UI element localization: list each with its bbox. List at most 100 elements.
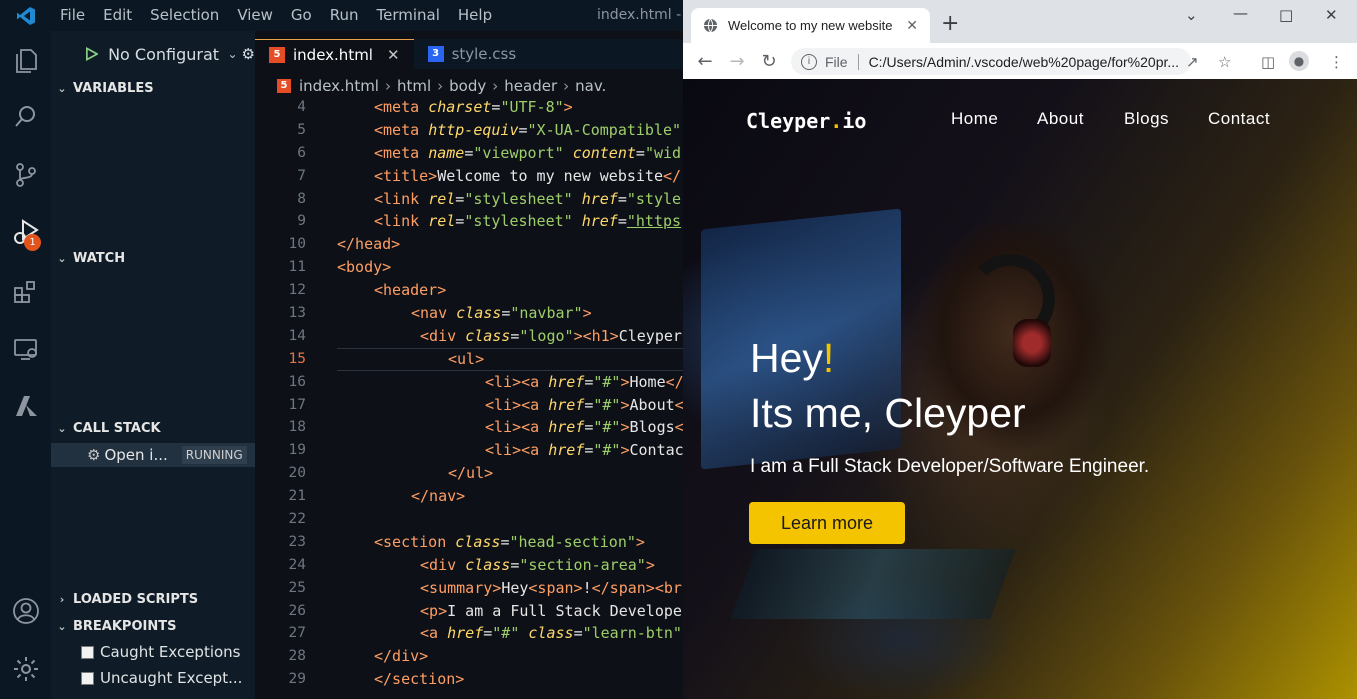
info-icon[interactable]: i (801, 53, 817, 70)
source-control-icon[interactable] (0, 151, 51, 199)
code-line[interactable]: 23 <section class="head-section"> (255, 531, 683, 554)
breadcrumb-item[interactable]: nav. (575, 77, 606, 95)
close-icon[interactable]: ✕ (387, 46, 400, 64)
profile-avatar-icon[interactable]: ● (1289, 51, 1309, 71)
menu-terminal[interactable]: Terminal (368, 0, 449, 31)
menu-edit[interactable]: Edit (94, 0, 141, 31)
breadcrumb-item[interactable]: header (504, 77, 557, 95)
code-line[interactable]: 24 <div class="section-area"> (255, 554, 683, 577)
more-menu-icon[interactable]: ⋮ (1329, 53, 1344, 71)
tab-index-html[interactable]: 5 index.html ✕ (255, 39, 414, 69)
explorer-icon[interactable] (0, 37, 51, 85)
watch-section-header[interactable]: ⌄ WATCH (51, 247, 255, 269)
forward-arrow-icon[interactable]: → (721, 51, 753, 72)
code-line[interactable]: 12 <header> (255, 279, 683, 302)
side-panel-icon[interactable]: ◫ (1261, 53, 1275, 71)
code-line[interactable]: 13 <nav class="navbar"> (255, 302, 683, 325)
menu-selection[interactable]: Selection (141, 0, 228, 31)
chevron-down-icon[interactable]: ⌄ (227, 47, 237, 61)
code-line[interactable]: 7 <title>Welcome to my new website</ (255, 165, 683, 188)
debug-config-select[interactable]: No Configurat (108, 45, 227, 64)
code-line[interactable]: 16 <li><a href="#">Home</a (255, 371, 683, 394)
menu-help[interactable]: Help (449, 0, 501, 31)
remote-explorer-icon[interactable] (0, 325, 51, 373)
variables-section-header[interactable]: ⌄ VARIABLES (51, 77, 255, 99)
code-line[interactable]: 28 </div> (255, 645, 683, 668)
code-line[interactable]: 27 <a href="#" class="learn-btn": (255, 622, 683, 645)
breadcrumb-item[interactable]: body (449, 77, 486, 95)
call-stack-label: CALL STACK (73, 420, 161, 436)
code-line[interactable]: 8 <link rel="stylesheet" href="style (255, 188, 683, 211)
nav-link-contact[interactable]: Contact (1208, 109, 1270, 129)
breakpoint-caught-exceptions[interactable]: Caught Exceptions (81, 641, 241, 663)
azure-icon[interactable] (0, 383, 51, 431)
code-line[interactable]: 9 <link rel="stylesheet" href="https (255, 210, 683, 233)
code-line[interactable]: 22 (255, 508, 683, 531)
minimize-icon[interactable]: — (1233, 4, 1248, 22)
code-line[interactable]: 4 <meta charset="UTF-8"> (255, 96, 683, 119)
call-stack-section-header[interactable]: ⌄ CALL STACK (51, 417, 255, 439)
line-number: 15 (288, 350, 306, 367)
tab-style-css[interactable]: 3 style.css (414, 39, 531, 69)
browser-tab[interactable]: Welcome to my new website ✕ (691, 8, 930, 43)
breakpoint-uncaught-exceptions[interactable]: Uncaught Except... (81, 667, 242, 689)
menu-run[interactable]: Run (321, 0, 368, 31)
start-debugging-icon[interactable] (85, 47, 99, 61)
code-line[interactable]: 10 </head> (255, 233, 683, 256)
code-line[interactable]: 21 </nav> (255, 485, 683, 508)
new-tab-plus-icon[interactable]: + (941, 13, 959, 35)
reload-icon[interactable]: ↻ (753, 51, 785, 72)
code-line[interactable]: 14 <div class="logo"><h1>Cleyper. (255, 325, 683, 348)
code-line[interactable]: 11 <body> (255, 256, 683, 279)
code-line[interactable]: 6 <meta name="viewport" content="wid (255, 142, 683, 165)
checkbox[interactable] (81, 671, 94, 685)
nav-link-home[interactable]: Home (951, 109, 998, 129)
line-number: 18 (288, 419, 306, 436)
breadcrumb-item[interactable]: index.html (299, 77, 379, 95)
menu-view[interactable]: View (228, 0, 282, 31)
code-line[interactable]: 29 </section> (255, 668, 683, 691)
code-line[interactable]: 25 <summary>Hey<span>!</span><br (255, 577, 683, 600)
breadcrumb-item[interactable]: html (397, 77, 431, 95)
code-line[interactable]: 18 <li><a href="#">Blogs</ (255, 416, 683, 439)
code-line[interactable]: 15 <ul> (255, 347, 683, 371)
run-debug-icon[interactable]: 1 (0, 208, 51, 256)
code-editor[interactable]: 5 index.html ✕ 3 style.css 5 index.html … (255, 31, 683, 699)
tab-search-chevron-icon[interactable]: ⌄ (1185, 6, 1198, 24)
close-window-icon[interactable]: ✕ (1325, 6, 1338, 24)
nav-link-blogs[interactable]: Blogs (1124, 109, 1169, 129)
loaded-scripts-section-header[interactable]: › LOADED SCRIPTS (51, 588, 255, 610)
debug-toolbar: No Configurat ⌄ ⚙ (51, 39, 255, 69)
menu-go[interactable]: Go (282, 0, 321, 31)
checkbox[interactable] (81, 645, 94, 659)
nav-link-about[interactable]: About (1037, 109, 1084, 129)
code-line[interactable]: 20 </ul> (255, 462, 683, 485)
line-number: 10 (288, 236, 306, 253)
bookmark-star-icon[interactable]: ☆ (1218, 53, 1231, 71)
share-icon[interactable]: ↗ (1186, 53, 1199, 71)
code-line[interactable]: 17 <li><a href="#">About</ (255, 394, 683, 417)
back-arrow-icon[interactable]: ← (689, 51, 721, 72)
call-stack-item[interactable]: ⚙ Open i... RUNNING (51, 443, 255, 467)
code-lines[interactable]: 4 <meta charset="UTF-8"> 5 <meta http-equiv… (255, 96, 683, 691)
line-number: 17 (288, 396, 306, 413)
close-tab-icon[interactable]: ✕ (906, 17, 918, 34)
address-bar[interactable]: i File C:/Users/Admin/.vscode/web%20page… (791, 48, 1191, 75)
code-text: <meta charset="UTF-8"> (374, 98, 573, 116)
settings-gear-icon[interactable] (0, 645, 51, 693)
debug-bug-icon: ⚙ (87, 446, 101, 464)
code-text: <p>I am a Full Stack Developer (420, 601, 683, 620)
code-text: <nav class="navbar"> (411, 304, 592, 323)
site-logo[interactable]: Cleyper.io (746, 109, 866, 133)
code-line[interactable]: 19 <li><a href="#">Contact (255, 439, 683, 462)
accounts-icon[interactable] (0, 587, 51, 635)
debug-settings-gear-icon[interactable]: ⚙ (242, 45, 255, 63)
code-line[interactable]: 26 <p>I am a Full Stack Developer (255, 600, 683, 623)
maximize-icon[interactable]: □ (1279, 6, 1293, 24)
extensions-icon[interactable] (0, 268, 51, 316)
search-icon[interactable] (0, 93, 51, 141)
learn-more-button[interactable]: Learn more (749, 502, 905, 544)
breakpoints-section-header[interactable]: ⌄ BREAKPOINTS (51, 615, 255, 637)
menu-file[interactable]: File (51, 0, 94, 31)
code-line[interactable]: 5 <meta http-equiv="X-UA-Compatible" (255, 119, 683, 142)
